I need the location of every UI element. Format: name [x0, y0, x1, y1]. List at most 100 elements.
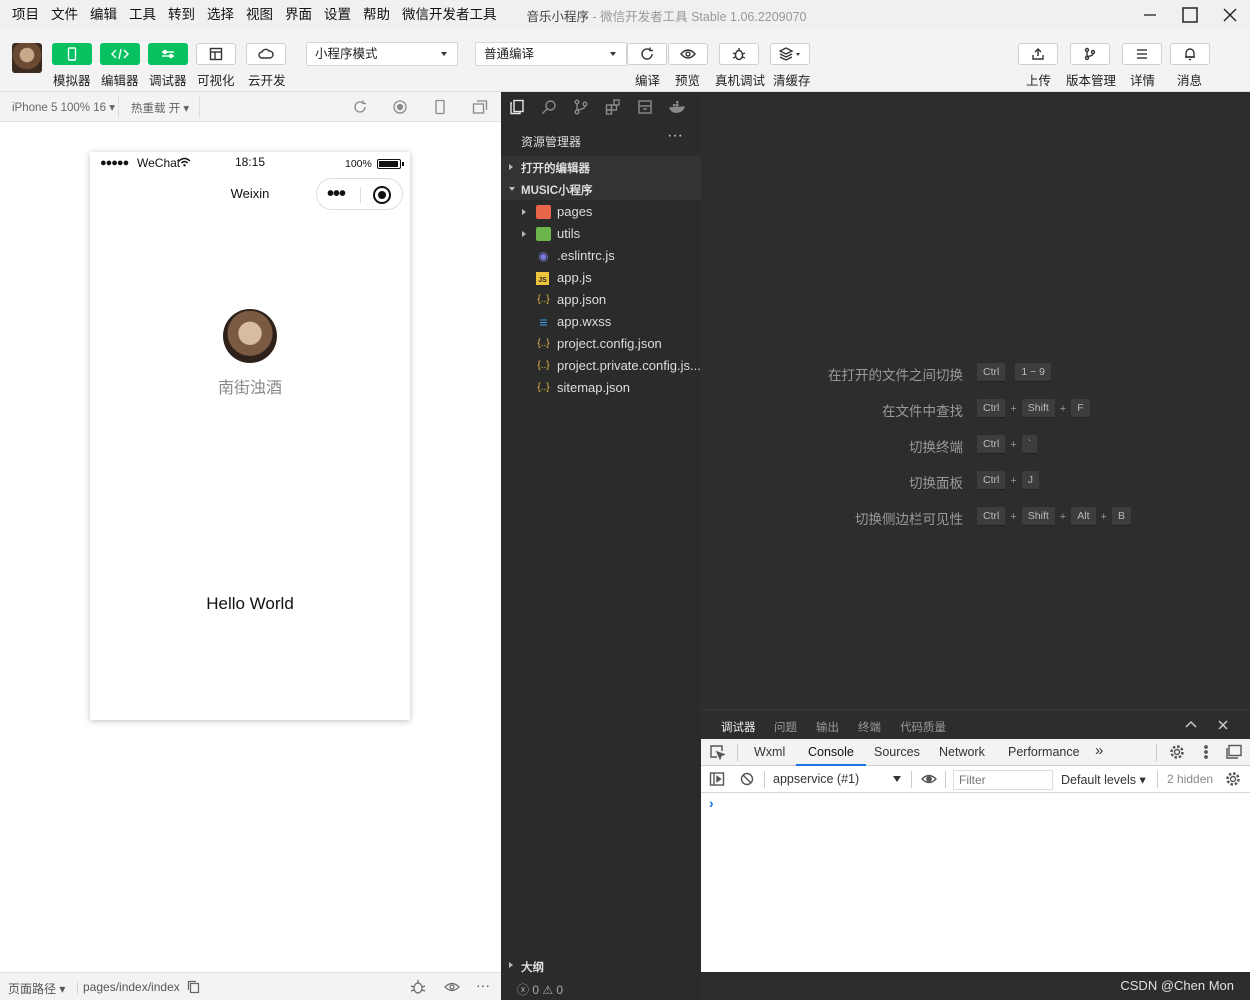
simulator-toggle-button[interactable]	[52, 43, 92, 65]
folder-utils[interactable]: utils	[501, 223, 701, 245]
device-select[interactable]: iPhone 5 100% 16 ▾	[12, 100, 115, 114]
shortcut-keys: Ctrl 1 ~ 9	[977, 363, 1051, 382]
extensions-tab[interactable]	[605, 99, 621, 115]
files-tab[interactable]	[509, 99, 525, 115]
tab-debugger[interactable]: 调试器	[721, 719, 756, 742]
cloud-button[interactable]	[246, 43, 286, 65]
close-window-button[interactable]	[1210, 0, 1250, 30]
search-tab[interactable]	[541, 99, 557, 115]
menu-file[interactable]: 文件	[45, 0, 84, 30]
device-button[interactable]	[432, 99, 448, 115]
user-avatar[interactable]	[12, 43, 42, 73]
folder-pages[interactable]: pages	[501, 201, 701, 223]
file-project-private-config[interactable]: {..} project.private.config.js...	[501, 355, 701, 377]
hot-reload-select[interactable]: 热重载 开 ▾	[131, 100, 189, 116]
outline-section[interactable]: 大纲	[501, 954, 701, 976]
divider	[118, 96, 119, 118]
menu-project[interactable]: 项目	[6, 0, 45, 30]
file-eslintrc[interactable]: ◉ .eslintrc.js	[501, 245, 701, 267]
menu-select[interactable]: 选择	[201, 0, 240, 30]
tab-problems[interactable]: 问题	[774, 719, 797, 735]
dock-button[interactable]	[1225, 744, 1242, 760]
more-options-button[interactable]: •••	[327, 183, 346, 206]
live-expression-button[interactable]	[921, 771, 937, 787]
divider	[737, 744, 738, 761]
sidebar-toggle-button[interactable]	[709, 771, 725, 787]
shortcut-label: 切换终端	[909, 440, 963, 455]
maximize-button[interactable]	[1170, 0, 1210, 30]
tab-output[interactable]: 输出	[816, 719, 839, 735]
context-select[interactable]: appservice (#1)	[773, 772, 859, 786]
debugger-toggle-button[interactable]	[148, 43, 188, 65]
user-avatar-image[interactable]	[223, 309, 277, 363]
chevron-down-icon	[441, 52, 447, 56]
rotate-button[interactable]	[352, 99, 368, 115]
inspect-icon	[710, 745, 727, 761]
filter-input[interactable]	[953, 770, 1053, 790]
close-panel-button[interactable]	[1216, 718, 1230, 732]
console-prompt[interactable]: ›	[709, 795, 714, 811]
plus-sign: +	[1010, 474, 1017, 487]
inspect-button[interactable]	[709, 744, 727, 761]
clear-console-button[interactable]	[739, 771, 755, 787]
clear-cache-button[interactable]	[770, 43, 810, 65]
editor-toggle-button[interactable]	[100, 43, 140, 65]
tab-wxml[interactable]: Wxml	[752, 739, 787, 766]
close-miniprogram-button[interactable]	[373, 186, 391, 204]
mode-select[interactable]: 小程序模式	[306, 42, 458, 66]
upload-button[interactable]	[1018, 43, 1058, 65]
tab-performance[interactable]: Performance	[1006, 739, 1082, 766]
page-path-select[interactable]: 页面路径 ▾	[8, 980, 65, 997]
menu-interface[interactable]: 界面	[279, 0, 318, 30]
more-button[interactable]: ···	[476, 977, 490, 993]
file-project-config[interactable]: {..} project.config.json	[501, 333, 701, 355]
menu-tools[interactable]: 工具	[123, 0, 162, 30]
problems-count: ⓧ 0 ⚠ 0	[517, 983, 564, 997]
debug-page-button[interactable]	[410, 979, 426, 995]
remote-debug-button[interactable]	[719, 43, 759, 65]
record-button[interactable]	[392, 99, 408, 115]
open-editors-section[interactable]: 打开的编辑器	[501, 156, 701, 178]
project-section[interactable]: MUSIC小程序	[501, 178, 701, 200]
log-levels-select[interactable]: Default levels ▾	[1061, 772, 1146, 787]
explorer-more-button[interactable]: ···	[667, 127, 683, 145]
menu-settings[interactable]: 设置	[318, 0, 357, 30]
tab-sources[interactable]: Sources	[872, 739, 922, 766]
copy-path-button[interactable]	[187, 980, 203, 996]
tab-terminal[interactable]: 终端	[858, 719, 881, 735]
docker-tab[interactable]	[668, 99, 685, 115]
capsule-divider	[360, 187, 361, 203]
version-button[interactable]	[1070, 43, 1110, 65]
tab-network[interactable]: Network	[937, 739, 987, 766]
more-tabs-button[interactable]: »	[1093, 738, 1105, 765]
cloud-console-tab[interactable]	[637, 99, 653, 115]
detach-button[interactable]	[472, 99, 488, 115]
menu-help[interactable]: 帮助	[357, 0, 396, 30]
page-preview-button[interactable]	[444, 979, 460, 995]
messages-button[interactable]	[1170, 43, 1210, 65]
file-sitemap[interactable]: {..} sitemap.json	[501, 377, 701, 399]
details-button[interactable]	[1122, 43, 1162, 65]
compile-mode-select[interactable]: 普通编译	[475, 42, 627, 66]
source-control-tab[interactable]	[573, 99, 589, 115]
tab-console[interactable]: Console	[796, 739, 866, 766]
file-app-json[interactable]: {..} app.json	[501, 289, 701, 311]
shortcut-label: 切换侧边栏可见性	[855, 512, 963, 527]
preview-button[interactable]	[668, 43, 708, 65]
collapse-panel-button[interactable]	[1184, 718, 1198, 732]
file-app-js[interactable]: JS app.js	[501, 267, 701, 289]
menu-devtools[interactable]: 微信开发者工具	[396, 0, 503, 30]
settings-button[interactable]	[1169, 744, 1185, 760]
compile-button[interactable]	[627, 43, 667, 65]
menu-view[interactable]: 视图	[240, 0, 279, 30]
problems-status[interactable]: ⓧ 0 ⚠ 0	[501, 976, 701, 1000]
console-settings-button[interactable]	[1225, 771, 1241, 787]
menu-edit[interactable]: 编辑	[84, 0, 123, 30]
visual-button[interactable]	[196, 43, 236, 65]
version-label: 版本管理	[1066, 74, 1117, 88]
tab-code-quality[interactable]: 代码质量	[900, 719, 946, 735]
file-app-wxss[interactable]: ≡ app.wxss	[501, 311, 701, 333]
kebab-menu-button[interactable]	[1198, 744, 1214, 760]
minimize-button[interactable]	[1130, 0, 1170, 30]
menu-goto[interactable]: 转到	[162, 0, 201, 30]
